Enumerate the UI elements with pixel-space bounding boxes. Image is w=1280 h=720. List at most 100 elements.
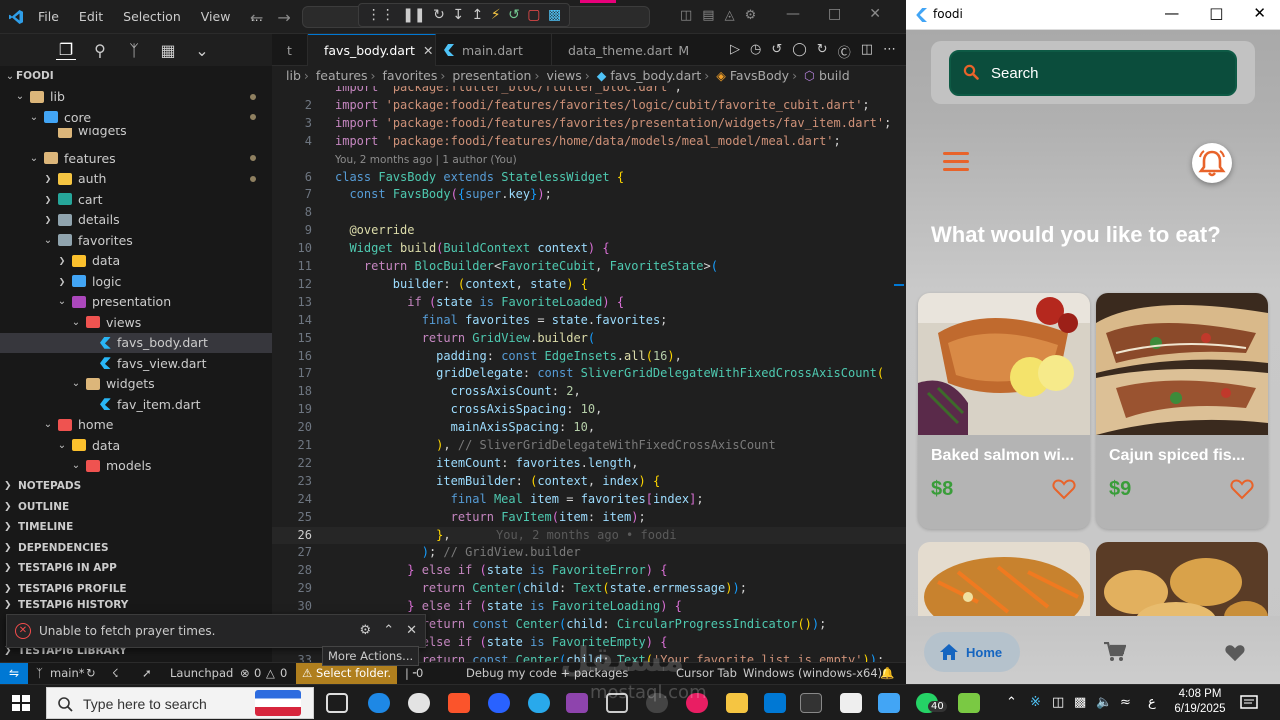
drag-handle-icon[interactable]: ⋮⋮ bbox=[367, 7, 395, 23]
heart-icon[interactable] bbox=[1224, 643, 1246, 663]
heart-outline-icon[interactable] bbox=[1052, 478, 1076, 500]
section-testapi6-profile[interactable]: ❯ TESTAPI6 PROFILE bbox=[0, 579, 272, 600]
tree-item[interactable]: ⌄ presentation bbox=[0, 292, 272, 313]
code-editor[interactable]: import 'package:flutter_bloc/flutter_blo… bbox=[272, 86, 906, 662]
visual-studio-icon[interactable] bbox=[566, 693, 588, 713]
file-explorer-icon[interactable] bbox=[726, 693, 748, 713]
telegram-icon[interactable] bbox=[528, 693, 550, 713]
close-icon[interactable]: ✕ bbox=[423, 43, 433, 58]
step-into-icon[interactable]: ↧ bbox=[452, 7, 464, 23]
notification-bell-button[interactable] bbox=[1192, 143, 1232, 183]
search-input[interactable]: Search bbox=[949, 50, 1237, 96]
tab-main[interactable]: main.dart bbox=[436, 34, 552, 66]
meal-card[interactable]: Cajun spiced fis... $9 bbox=[1096, 293, 1268, 529]
chevron-down-icon[interactable]: ⌄ bbox=[192, 41, 212, 60]
commit-icon[interactable]: ◯ bbox=[792, 42, 807, 61]
app-icon[interactable] bbox=[488, 693, 510, 713]
explorer-icon[interactable]: ❐ bbox=[56, 40, 76, 60]
tree-item[interactable]: ⌄ widgets bbox=[0, 374, 272, 395]
toggle-sidebar-icon[interactable]: ◫ bbox=[680, 8, 692, 23]
launchpad-label[interactable]: Launchpad bbox=[170, 666, 233, 680]
usb-icon[interactable]: ◫ bbox=[1052, 695, 1064, 710]
close-icon[interactable]: ✕ bbox=[869, 6, 881, 22]
bell-icon[interactable]: 🔔 bbox=[880, 666, 894, 680]
tab-clipped[interactable]: t bbox=[272, 34, 308, 66]
tree-item[interactable]: ❯ logic bbox=[0, 271, 272, 292]
tree-item[interactable]: ⌄ data bbox=[0, 435, 272, 456]
breadcrumb-item[interactable]: build bbox=[819, 68, 850, 83]
remote-icon[interactable]: ⇋ bbox=[0, 663, 28, 684]
volume-icon[interactable]: 🔈 bbox=[1096, 695, 1112, 710]
clock[interactable]: 4:08 PM 6/19/2025 bbox=[1172, 687, 1228, 717]
tree-item[interactable]: ⌄ features bbox=[0, 148, 272, 169]
devtools-icon[interactable]: ▩ bbox=[548, 7, 561, 23]
tree-item[interactable]: ⌄ views bbox=[0, 312, 272, 333]
menu-file[interactable]: File bbox=[38, 9, 59, 24]
back-arrow-icon[interactable]: ← bbox=[250, 8, 263, 27]
tab-data-theme[interactable]: data_theme.dart M bbox=[552, 34, 692, 66]
vscode-icon[interactable] bbox=[764, 693, 786, 713]
ports-count[interactable]: 0 bbox=[416, 666, 423, 680]
section-testapi6-history[interactable]: ❯ TESTAPI6 HISTORY bbox=[0, 600, 272, 610]
explorer-root[interactable]: ⌄ FOODI bbox=[0, 66, 272, 87]
tree-item[interactable]: fav_item.dart bbox=[0, 394, 272, 415]
error-count[interactable]: 0 bbox=[254, 666, 261, 680]
bluetooth-icon[interactable]: ※ bbox=[1030, 695, 1041, 710]
breadcrumb-item[interactable]: favs_body.dart bbox=[610, 68, 701, 83]
breadcrumb-item[interactable]: lib bbox=[286, 68, 301, 83]
step-over-icon[interactable]: ↻ bbox=[433, 7, 445, 23]
tree-item[interactable]: ❯ cart bbox=[0, 189, 272, 210]
branch-name[interactable]: main* bbox=[50, 666, 84, 680]
codelens-blame[interactable]: You, 2 months ago | 1 author (You) bbox=[335, 154, 517, 168]
flutter-icon[interactable]: Ⓒ bbox=[838, 42, 851, 61]
history-icon[interactable]: ◷ bbox=[750, 42, 761, 61]
toggle-secondary-sidebar-icon[interactable]: ◬ bbox=[725, 8, 735, 23]
tree-item[interactable]: ❯ data bbox=[0, 251, 272, 272]
minimize-icon[interactable]: — bbox=[1164, 4, 1179, 22]
step-out-icon[interactable]: ↥ bbox=[472, 7, 484, 23]
language-indicator[interactable]: ع bbox=[1148, 695, 1156, 710]
heart-outline-icon[interactable] bbox=[1230, 478, 1254, 500]
tree-item[interactable]: ⌄ favorites bbox=[0, 230, 272, 251]
tree-item[interactable]: ❯ details bbox=[0, 210, 272, 231]
tree-item[interactable]: favs_view.dart bbox=[0, 353, 272, 374]
chrome-dev-icon[interactable] bbox=[408, 693, 430, 713]
battery-icon[interactable]: ▩ bbox=[1074, 695, 1086, 710]
run-icon[interactable]: ▷ bbox=[730, 42, 740, 61]
more-actions-icon[interactable]: ⋯ bbox=[883, 42, 896, 61]
task-view-icon[interactable] bbox=[326, 693, 348, 713]
close-icon[interactable]: ✕ bbox=[1253, 4, 1266, 22]
menu-edit[interactable]: Edit bbox=[79, 9, 103, 24]
section-outline[interactable]: ❯ OUTLINE bbox=[0, 497, 272, 518]
tree-item[interactable]: ❯ auth bbox=[0, 169, 272, 190]
warning-count[interactable]: 0 bbox=[280, 666, 287, 680]
terminal-icon[interactable] bbox=[800, 693, 822, 713]
breadcrumb-item[interactable]: FavsBody bbox=[730, 68, 789, 83]
edge-icon[interactable] bbox=[368, 693, 390, 713]
cursor-tab[interactable]: Cursor Tab bbox=[676, 666, 737, 680]
breadcrumb-item[interactable]: views bbox=[546, 68, 581, 83]
breadcrumb-item[interactable]: features bbox=[316, 68, 368, 83]
go-back-icon[interactable]: ↺ bbox=[771, 42, 782, 61]
hot-reload-icon[interactable]: ⚡ bbox=[491, 7, 501, 23]
source-control-icon[interactable]: ᛉ bbox=[124, 41, 144, 60]
chevron-up-icon[interactable]: ⌃ bbox=[383, 623, 394, 638]
extensions-icon[interactable]: ▦ bbox=[158, 41, 178, 60]
select-folder-warning[interactable]: ⚠ Select folder. bbox=[296, 663, 398, 684]
section-testapi6-in-app[interactable]: ❯ TESTAPI6 IN APP bbox=[0, 558, 272, 579]
section-notepads[interactable]: ❯ NOTEPADS bbox=[0, 476, 272, 497]
meal-card[interactable]: Baked salmon wi... $8 bbox=[918, 293, 1090, 529]
tree-item[interactable]: widgets bbox=[0, 127, 272, 138]
git-graph-icon[interactable]: ☇ bbox=[112, 666, 119, 680]
breadcrumb-item[interactable]: favorites bbox=[383, 68, 438, 83]
gear-icon[interactable]: ⚙ bbox=[745, 8, 757, 23]
maximize-icon[interactable]: □ bbox=[828, 6, 841, 22]
wifi-icon[interactable]: ≈ bbox=[1120, 695, 1131, 710]
tree-item[interactable]: ⌄ lib bbox=[0, 87, 272, 108]
split-editor-icon[interactable]: ◫ bbox=[861, 42, 873, 61]
tree-item[interactable]: ⌄ core bbox=[0, 107, 272, 128]
toggle-panel-icon[interactable]: ▤ bbox=[702, 8, 714, 23]
nav-home[interactable]: Home bbox=[924, 632, 1020, 672]
tree-item[interactable]: ⌄ models bbox=[0, 456, 272, 477]
menu-icon[interactable] bbox=[943, 152, 971, 174]
